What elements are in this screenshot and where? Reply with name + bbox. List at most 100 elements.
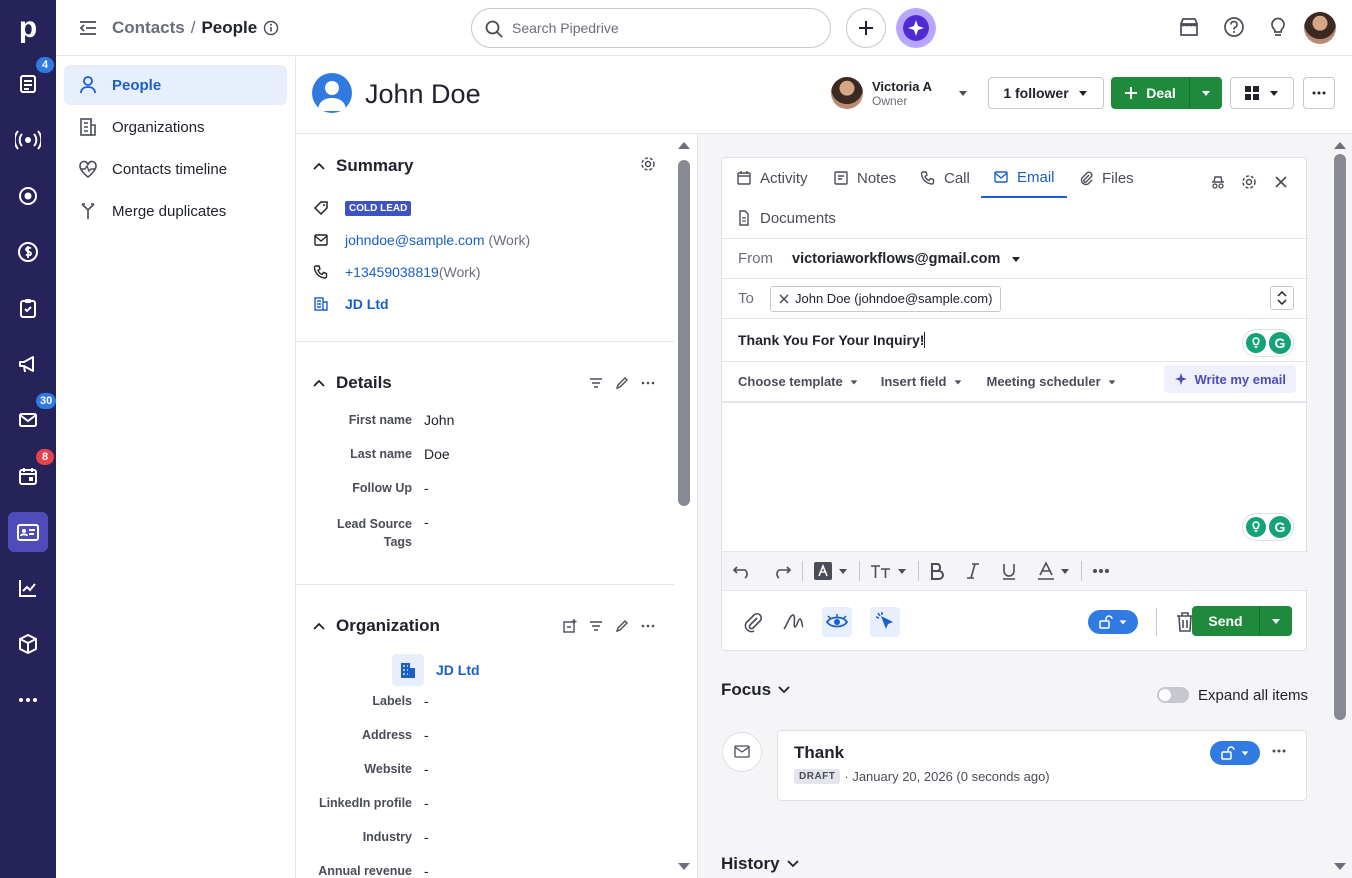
subnav-item-contacts-timeline[interactable]: Contacts timeline xyxy=(64,149,287,189)
tab-files[interactable]: Files xyxy=(1066,158,1146,198)
scrollbar-thumb[interactable] xyxy=(1334,154,1346,720)
more-nav[interactable] xyxy=(8,680,48,720)
deals-nav[interactable]: 4 xyxy=(8,57,54,104)
more-actions-button[interactable] xyxy=(1303,77,1335,109)
tab-email[interactable]: Email xyxy=(981,158,1067,198)
field-lead-source-tags[interactable]: Lead Source Tags - xyxy=(296,507,674,551)
lead-label-badge[interactable]: COLD LEAD xyxy=(345,200,412,216)
signature-icon[interactable] xyxy=(782,611,804,633)
add-deal-button[interactable]: Deal xyxy=(1111,77,1189,109)
sidebar-scrollbar[interactable] xyxy=(677,140,691,878)
quick-add-button[interactable] xyxy=(846,8,886,48)
tracking-eye-icon[interactable] xyxy=(822,607,852,637)
text-size-dropdown[interactable] xyxy=(860,562,918,580)
campaigns-nav[interactable] xyxy=(8,344,48,384)
help-icon[interactable] xyxy=(1223,16,1245,38)
more-icon[interactable] xyxy=(640,375,656,391)
owner-selector[interactable]: Victoria A Owner xyxy=(831,77,969,109)
info-icon[interactable] xyxy=(263,20,279,36)
contacts-nav[interactable] xyxy=(8,512,48,552)
more-icon[interactable] xyxy=(640,618,656,634)
view-layout-button[interactable] xyxy=(1230,77,1294,109)
choose-template-dropdown[interactable]: Choose template xyxy=(738,374,859,389)
remove-icon[interactable] xyxy=(779,293,789,304)
filter-icon[interactable] xyxy=(588,375,604,391)
marketplace-icon[interactable] xyxy=(1178,16,1200,38)
follower-button[interactable]: 1 follower xyxy=(988,77,1104,109)
org-name[interactable]: JD Ltd xyxy=(436,662,480,678)
insights-nav[interactable] xyxy=(8,568,48,608)
subnav-item-merge-duplicates[interactable]: Merge duplicates xyxy=(64,191,287,231)
field-first-name[interactable]: First name John xyxy=(296,405,674,439)
history-header[interactable]: History xyxy=(721,854,800,874)
person-name[interactable]: John Doe xyxy=(365,79,481,110)
lightbulb-icon[interactable] xyxy=(1267,16,1289,38)
org-field-address[interactable]: Address - xyxy=(296,720,674,754)
org-field-industry[interactable]: Industry - xyxy=(296,822,674,856)
org-field-annual-revenue[interactable]: Annual revenue - xyxy=(296,856,674,878)
to-field[interactable]: To John Doe (johndoe@sample.com) xyxy=(722,279,1308,319)
close-icon[interactable] xyxy=(1274,175,1288,189)
bold-button[interactable] xyxy=(919,562,955,580)
tab-call[interactable]: Call xyxy=(908,158,982,198)
send-button[interactable]: Send xyxy=(1192,606,1259,636)
draft-title[interactable]: Thank xyxy=(794,743,844,763)
grammarly-widget[interactable]: G xyxy=(1242,513,1294,541)
edit-icon[interactable] xyxy=(614,375,630,391)
breadcrumb-contacts[interactable]: Contacts xyxy=(112,18,185,38)
org-link[interactable]: JD Ltd xyxy=(345,296,389,312)
recipients-expand-button[interactable] xyxy=(1270,286,1294,310)
grammarly-widget[interactable]: G xyxy=(1242,329,1294,357)
write-my-email-button[interactable]: Write my email xyxy=(1164,365,1296,393)
font-style-dropdown[interactable] xyxy=(803,561,859,581)
add-note-icon[interactable] xyxy=(562,618,578,634)
org-card[interactable]: JD Ltd xyxy=(392,654,674,686)
insert-field-dropdown[interactable]: Insert field xyxy=(881,374,963,389)
subnav-item-people[interactable]: People xyxy=(64,65,287,105)
ai-assistant-button[interactable] xyxy=(896,8,936,48)
visibility-button[interactable] xyxy=(1088,610,1138,634)
org-field-linkedin[interactable]: LinkedIn profile - xyxy=(296,788,674,822)
products-nav[interactable] xyxy=(8,624,48,664)
tab-documents[interactable]: Documents xyxy=(724,198,848,238)
attach-icon[interactable] xyxy=(742,611,764,633)
expand-all-toggle[interactable] xyxy=(1157,687,1189,703)
spy-icon[interactable] xyxy=(1210,174,1226,190)
main-scrollbar[interactable] xyxy=(1333,140,1347,878)
leads-nav[interactable] xyxy=(8,120,48,160)
filter-icon[interactable] xyxy=(588,618,604,634)
tab-activity[interactable]: Activity xyxy=(724,158,820,198)
draft-visibility-button[interactable] xyxy=(1210,741,1260,765)
field-follow-up[interactable]: Follow Up - xyxy=(296,473,674,507)
recipient-chip[interactable]: John Doe (johndoe@sample.com) xyxy=(770,285,1002,312)
revenue-nav[interactable] xyxy=(8,232,48,272)
text-color-dropdown[interactable] xyxy=(1027,561,1081,581)
user-avatar[interactable] xyxy=(1304,12,1336,44)
search-input[interactable]: Search Pipedrive xyxy=(471,8,831,48)
focus-header[interactable]: Focus xyxy=(721,680,791,700)
italic-button[interactable] xyxy=(955,562,991,580)
redo-icon[interactable] xyxy=(762,563,802,579)
edit-icon[interactable] xyxy=(614,618,630,634)
field-last-name[interactable]: Last name Doe xyxy=(296,439,674,473)
gear-icon[interactable] xyxy=(640,156,656,172)
scrollbar-thumb[interactable] xyxy=(678,160,690,506)
subnav-item-organizations[interactable]: Organizations xyxy=(64,107,287,147)
tab-notes[interactable]: Notes xyxy=(821,158,908,198)
underline-button[interactable] xyxy=(991,562,1027,580)
email-link[interactable]: johndoe@sample.com xyxy=(345,232,485,248)
link-tracking-icon[interactable] xyxy=(870,607,900,637)
mail-nav[interactable]: 30 xyxy=(8,393,57,440)
phone-link[interactable]: +13459038819 xyxy=(345,264,439,280)
calendar-nav[interactable]: 8 xyxy=(8,449,54,496)
subject-field[interactable]: Thank You For Your Inquiry! G xyxy=(722,319,1308,361)
collapse-menu-icon[interactable] xyxy=(78,18,98,38)
draft-email-card[interactable]: Thank DRAFT · January 20, 2026 (0 second… xyxy=(777,730,1307,801)
subject-value[interactable]: Thank You For Your Inquiry! xyxy=(738,332,924,348)
from-value[interactable]: victoriaworkflows@gmail.com xyxy=(792,251,1000,267)
summary-header[interactable]: Summary xyxy=(296,146,674,186)
meeting-scheduler-dropdown[interactable]: Meeting scheduler xyxy=(987,374,1117,389)
more-format-icon[interactable] xyxy=(1082,568,1120,574)
pipedrive-logo[interactable]: p xyxy=(14,11,42,45)
target-nav[interactable] xyxy=(8,176,48,216)
